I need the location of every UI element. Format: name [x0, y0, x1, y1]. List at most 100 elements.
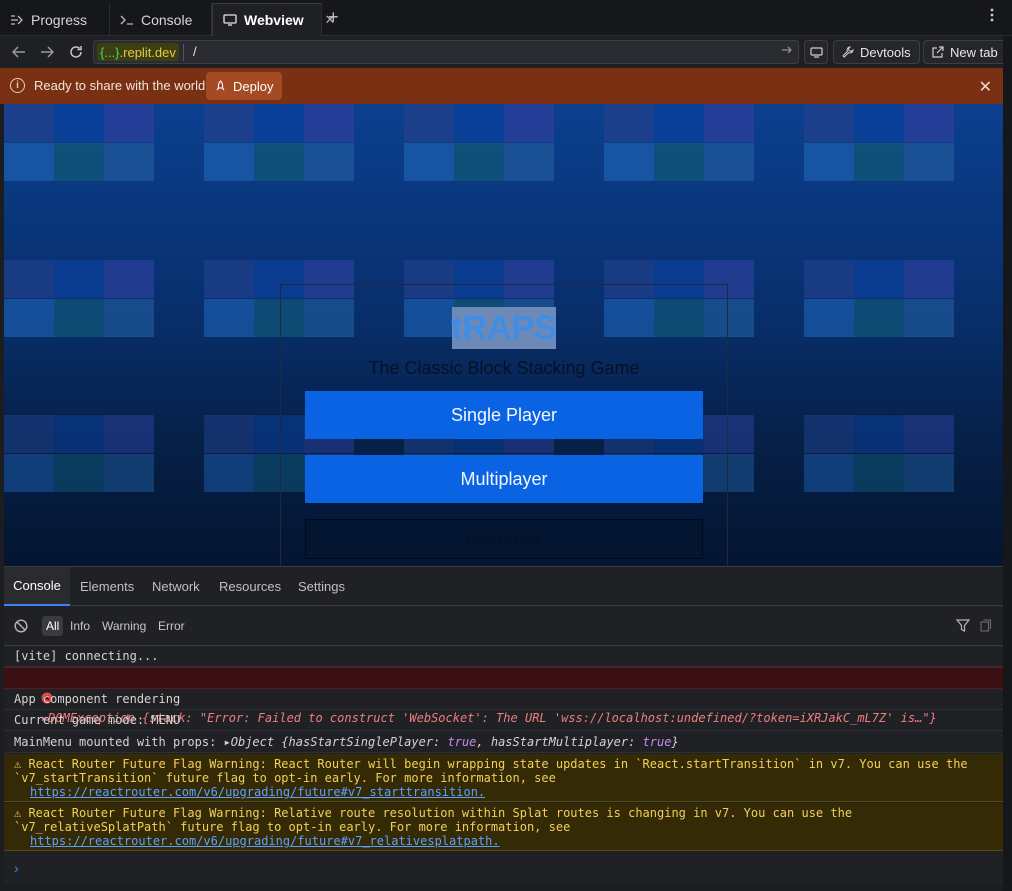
background-tile	[904, 104, 954, 142]
address-bar-row: {...} .replit.dev / Devtools New tab	[0, 36, 1012, 68]
url-badge-curly: {...}	[100, 44, 120, 60]
log-prefix: MainMenu mounted with props:	[14, 735, 224, 749]
background-tile	[104, 299, 154, 337]
single-player-button[interactable]: Single Player	[305, 391, 703, 439]
add-tab-icon[interactable]: +	[328, 7, 339, 28]
log-entry-error[interactable]: ▸DOMException {stack: "Error: Failed to …	[4, 667, 1003, 725]
background-tile	[854, 454, 904, 492]
background-tile	[4, 260, 54, 298]
devtools-tab-bar: Console Elements Network Resources Setti…	[4, 566, 1003, 606]
url-domain: .replit.dev	[119, 44, 176, 60]
background-tile	[654, 104, 704, 142]
log-entry-warning: ⚠ React Router Future Flag Warning: Rela…	[4, 803, 1003, 851]
background-tile	[854, 104, 904, 142]
tab-label: Progress	[31, 11, 88, 28]
background-tile	[904, 143, 954, 181]
go-arrow-icon[interactable]	[781, 44, 793, 59]
url-input[interactable]: {...} .replit.dev /	[93, 40, 799, 64]
background-tile	[904, 299, 954, 337]
log-entry: [vite] connecting...	[4, 646, 1003, 667]
background-tile	[254, 143, 304, 181]
tab-console[interactable]: Console	[110, 3, 212, 36]
warning-link[interactable]: https://reactrouter.com/v6/upgrading/fut…	[14, 785, 485, 799]
tab-webview[interactable]: Webview ✕	[212, 3, 336, 36]
background-tile	[104, 104, 154, 142]
how-to-play-button[interactable]: How to Play	[305, 519, 703, 559]
forward-arrow-icon[interactable]	[36, 41, 58, 63]
banner-message: Ready to share with the world?	[34, 78, 213, 93]
level-warning[interactable]: Warning	[98, 616, 150, 636]
background-tile	[804, 454, 854, 492]
screen-icon	[809, 46, 823, 58]
new-tab-label: New tab	[950, 44, 998, 60]
devtools-tab-settings[interactable]: Settings	[288, 567, 355, 606]
devtools-tab-resources[interactable]: Resources	[209, 567, 291, 606]
level-all[interactable]: All	[42, 616, 64, 636]
background-tile	[454, 143, 504, 181]
devtools-button[interactable]: Devtools	[833, 40, 920, 64]
deploy-label: Deploy	[233, 78, 274, 94]
copy-icon[interactable]	[980, 619, 992, 632]
devtools-tab-elements[interactable]: Elements	[70, 567, 144, 606]
url-separator	[183, 44, 184, 61]
warning-text: ⚠ React Router Future Flag Warning: Reac…	[14, 757, 968, 785]
back-arrow-icon[interactable]	[8, 41, 30, 63]
url-path: /	[193, 44, 197, 59]
background-tile	[104, 454, 154, 492]
background-tile	[504, 104, 554, 142]
background-tile	[604, 143, 654, 181]
level-info[interactable]: Info	[66, 616, 94, 636]
tab-label: Webview	[244, 12, 304, 28]
deploy-banner: i Ready to share with the world? Deploy …	[0, 68, 1012, 104]
background-tile	[454, 104, 504, 142]
level-error[interactable]: Error	[154, 616, 189, 636]
background-tile	[204, 104, 254, 142]
console-log-area: [vite] connecting... ▸DOMException {stac…	[4, 646, 1003, 884]
background-tile	[854, 143, 904, 181]
log-entry-object[interactable]: MainMenu mounted with props: ▸Object {ha…	[4, 731, 1003, 753]
devtools-tab-console[interactable]: Console	[4, 567, 70, 606]
background-tile	[604, 104, 654, 142]
background-tile	[804, 260, 854, 298]
devtools-tab-network[interactable]: Network	[142, 567, 210, 606]
background-tile	[804, 299, 854, 337]
tab-progress[interactable]: Progress	[0, 3, 110, 36]
background-tile	[54, 260, 104, 298]
terminal-icon	[120, 14, 134, 26]
background-tile	[104, 415, 154, 453]
multiplayer-button[interactable]: Multiplayer	[305, 455, 703, 503]
game-title: tRAPS	[451, 307, 557, 349]
close-banner-icon[interactable]: ✕	[979, 77, 992, 97]
background-tile	[854, 299, 904, 337]
deploy-button[interactable]: Deploy	[206, 72, 283, 100]
background-tile	[54, 454, 104, 492]
expand-triangle-icon[interactable]: ▸	[224, 735, 231, 749]
background-tile	[104, 143, 154, 181]
background-tile	[854, 415, 904, 453]
clear-console-icon[interactable]	[14, 619, 28, 633]
url-domain-badge: {...} .replit.dev	[97, 43, 179, 61]
background-tile	[254, 104, 304, 142]
background-tile	[904, 415, 954, 453]
console-prompt-icon[interactable]: ›	[14, 860, 19, 876]
rocket-icon	[215, 80, 226, 92]
background-tile	[104, 260, 154, 298]
background-tile	[54, 104, 104, 142]
background-tile	[204, 299, 254, 337]
new-tab-button[interactable]: New tab	[923, 40, 1007, 64]
background-tile	[404, 143, 454, 181]
log-entry-warning: ⚠ React Router Future Flag Warning: Reac…	[4, 754, 1003, 802]
device-preview-button[interactable]	[804, 40, 828, 64]
background-tile	[304, 104, 354, 142]
background-tile	[654, 143, 704, 181]
progress-icon	[10, 14, 24, 26]
more-options-icon[interactable]	[990, 8, 994, 22]
reload-icon[interactable]	[65, 41, 87, 63]
background-tile	[504, 143, 554, 181]
background-tile	[204, 143, 254, 181]
tab-label: Console	[141, 11, 193, 28]
warning-link[interactable]: https://reactrouter.com/v6/upgrading/fut…	[14, 834, 500, 848]
filter-icon[interactable]	[956, 619, 970, 632]
background-tile	[4, 143, 54, 181]
log-entry: Current game mode: MENU	[4, 710, 1003, 731]
